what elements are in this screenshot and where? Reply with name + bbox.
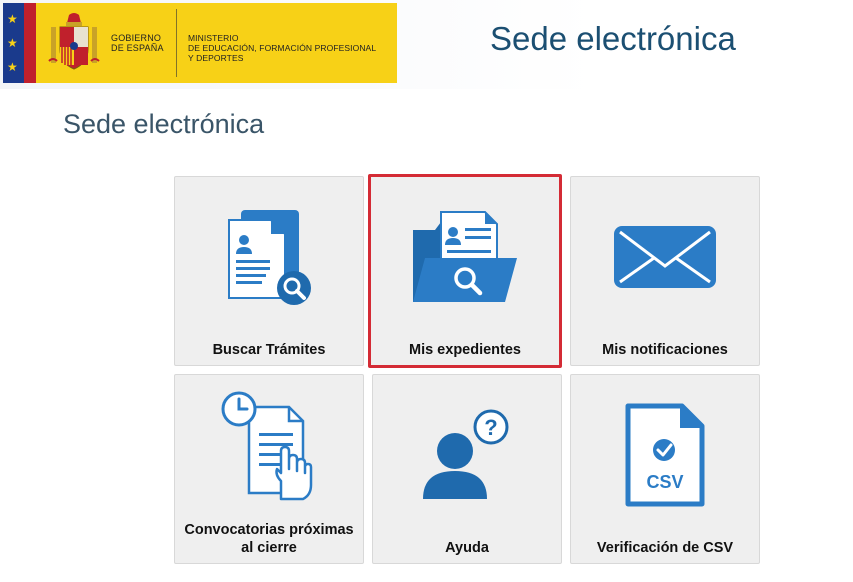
government-line: GOBIERNO [111,33,162,43]
svg-text:?: ? [484,415,497,440]
tile-convocatorias[interactable]: Convocatorias próximas al cierre [174,374,364,564]
tile-label: Mis notificaciones [602,342,728,358]
coat-of-arms-icon [48,13,100,70]
ministry-line: Y DEPORTES [188,53,244,63]
site-header: ★ ★ ★ GOBIERNO DE ESPAÑA MINISTERIO DE E [0,0,853,89]
folder-search-icon [413,211,517,302]
logo-divider [176,9,177,77]
government-name: GOBIERNO DE ESPAÑA [111,33,164,53]
page-title: Sede electrónica [63,109,265,139]
star-icon: ★ [7,60,18,74]
tile-label: Verificación de CSV [596,540,734,556]
tile-label: Ayuda [445,540,489,556]
clock-document-hand-icon [221,391,313,501]
star-icon: ★ [7,36,18,50]
ministry-line: MINISTERIO [188,33,239,43]
header-title[interactable]: Sede electrónica [490,20,736,58]
star-icon: ★ [7,12,18,26]
tile-icon-wrap [175,375,363,515]
csv-document-icon: CSV [625,403,705,507]
tile-icon-wrap [371,177,559,337]
government-logo-banner[interactable]: ★ ★ ★ GOBIERNO DE ESPAÑA MINISTERIO DE E [3,3,397,83]
tile-icon-wrap: CSV [571,375,759,535]
ministry-line: DE EDUCACIÓN, FORMACIÓN PROFESIONAL [188,43,377,53]
document-search-icon [228,210,311,305]
tile-verificacion-csv[interactable]: CSV Verificación de CSV [570,374,760,564]
flag-red-strip [24,3,36,83]
tile-ayuda[interactable]: ? Ayuda [372,374,562,564]
csv-icon-text: CSV [646,472,683,492]
tile-buscar-tramites[interactable]: Buscar Trámites [174,176,364,366]
envelope-icon [614,226,716,288]
tile-icon-wrap: ? [373,375,561,535]
tile-label: Convocatorias próximas al cierre [184,522,354,556]
tile-icon-wrap [571,177,759,337]
tile-mis-notificaciones[interactable]: Mis notificaciones [570,176,760,366]
user-help-icon: ? [423,409,509,499]
tile-icon-wrap [175,177,363,337]
eu-flag-strip: ★ ★ ★ [3,3,24,83]
ministry-name: MINISTERIO DE EDUCACIÓN, FORMACIÓN PROFE… [188,33,376,63]
tile-label: Mis expedientes [408,342,521,358]
tile-label: Buscar Trámites [212,342,326,358]
government-line: DE ESPAÑA [111,43,164,53]
tile-mis-expedientes[interactable]: Mis expedientes [368,174,562,368]
